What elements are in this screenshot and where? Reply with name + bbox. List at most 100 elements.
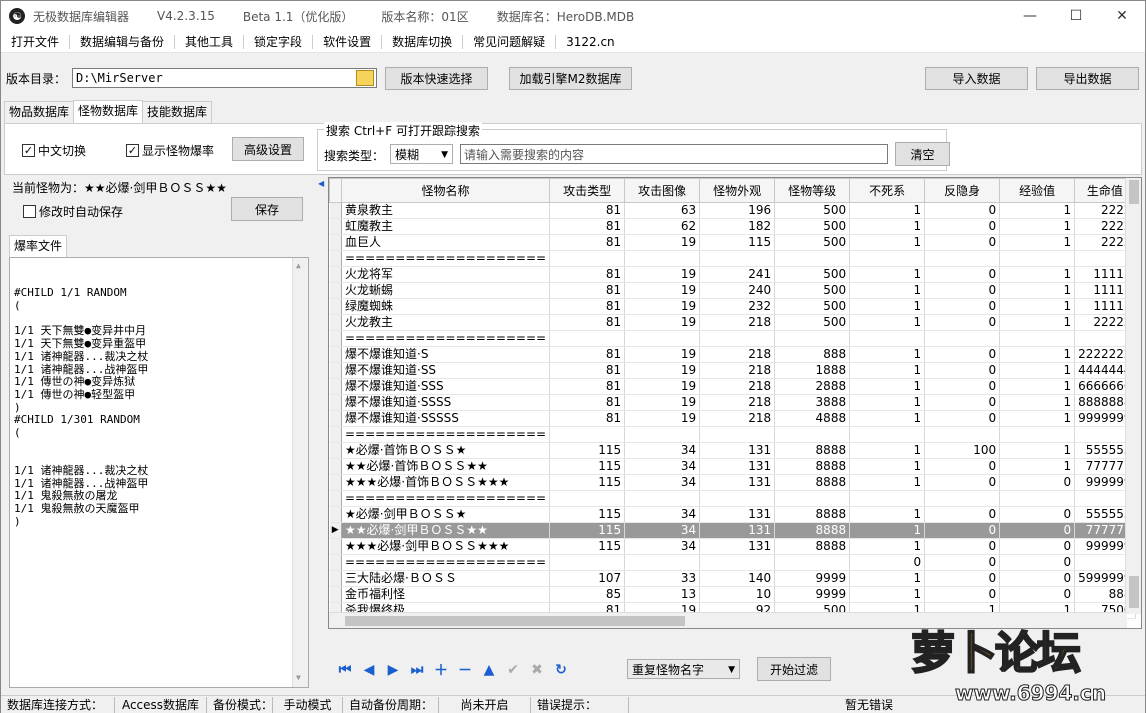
table-cell[interactable]	[549, 426, 626, 443]
table-cell[interactable]: 115	[549, 506, 626, 523]
menu-db-switch[interactable]: 数据库切换	[382, 34, 464, 49]
table-cell[interactable]: 218	[699, 394, 776, 411]
next-record-icon[interactable]: ▶	[384, 661, 402, 679]
table-cell[interactable]: 115	[549, 458, 626, 475]
table-cell[interactable]: 131	[699, 442, 776, 459]
table-cell[interactable]: 1	[999, 458, 1076, 475]
table-cell[interactable]: 0	[924, 586, 1001, 603]
table-cell[interactable]: 1	[849, 218, 926, 235]
table-cell[interactable]: ====================	[341, 330, 551, 347]
table-cell[interactable]	[774, 330, 851, 347]
row-indicator[interactable]	[329, 410, 342, 427]
row-indicator[interactable]	[329, 218, 342, 235]
row-indicator[interactable]	[329, 490, 342, 507]
table-cell[interactable]	[624, 490, 701, 507]
row-indicator[interactable]	[329, 282, 342, 299]
table-cell[interactable]: 1	[849, 266, 926, 283]
table-cell[interactable]: 爆不爆谁知道·SSS	[341, 378, 551, 395]
cn-switch-checkbox[interactable]: ✓ 中文切换	[22, 142, 86, 159]
table-cell[interactable]: 115	[699, 234, 776, 251]
cancel-record-icon[interactable]: ✖	[528, 661, 546, 679]
table-cell[interactable]: 218	[699, 410, 776, 427]
row-indicator[interactable]	[329, 570, 342, 587]
table-cell[interactable]: 19	[624, 410, 701, 427]
table-cell[interactable]: 131	[699, 474, 776, 491]
table-cell[interactable]	[924, 490, 1001, 507]
table-row[interactable]: ====================	[329, 426, 1136, 443]
table-cell[interactable]	[774, 250, 851, 267]
table-cell[interactable]: 0	[999, 586, 1076, 603]
tab-items[interactable]: 物品数据库	[4, 101, 75, 123]
table-cell[interactable]	[624, 426, 701, 443]
table-row[interactable]: 爆不爆谁知道·SSSSS 81 19 218 4888 1 0 1 9999999	[329, 410, 1136, 427]
editor-scrollbar[interactable]: ▲ ▼	[292, 258, 308, 687]
table-cell[interactable]: 100	[924, 442, 1001, 459]
table-cell[interactable]: 19	[624, 298, 701, 315]
last-record-icon[interactable]: ⏭	[408, 661, 426, 679]
table-cell[interactable]: 131	[699, 458, 776, 475]
table-cell[interactable]: 81	[549, 410, 626, 427]
auto-save-checkbox[interactable]: 修改时自动保存	[23, 203, 123, 220]
table-cell[interactable]: 0	[999, 554, 1076, 571]
table-row[interactable]: ====================	[329, 490, 1136, 507]
table-row[interactable]: ★★★必爆·首饰ＢＯＳＳ★★★ 115 34 131 8888 1 0 0 999999	[329, 474, 1136, 491]
table-cell[interactable]: 三大陆必爆·ＢＯＳＳ	[341, 570, 551, 587]
table-cell[interactable]	[624, 330, 701, 347]
tab-drop-file[interactable]: 爆率文件	[9, 235, 68, 257]
table-cell[interactable]: 241	[699, 266, 776, 283]
table-cell[interactable]: 85	[549, 586, 626, 603]
table-cell[interactable]: ★★★必爆·首饰ＢＯＳＳ★★★	[341, 474, 551, 491]
row-indicator[interactable]	[329, 362, 342, 379]
table-cell[interactable]: 火龙教主	[341, 314, 551, 331]
load-engine-button[interactable]: 加载引擎M2数据库	[509, 67, 632, 90]
show-drop-checkbox[interactable]: ✓ 显示怪物爆率	[126, 142, 214, 159]
table-cell[interactable]: 34	[624, 538, 701, 555]
refresh-icon[interactable]: ↻	[552, 661, 570, 679]
table-cell[interactable]: 19	[624, 266, 701, 283]
table-cell[interactable]	[774, 554, 851, 571]
table-row[interactable]: ==================== 0 0 0	[329, 554, 1136, 571]
table-cell[interactable]: 火龙蜥蜴	[341, 282, 551, 299]
scroll-up-icon[interactable]: ▲	[296, 260, 301, 273]
table-cell[interactable]: 1	[849, 474, 926, 491]
grid-hscroll[interactable]	[329, 612, 1127, 628]
table-cell[interactable]: 500	[774, 202, 851, 219]
table-row[interactable]: 爆不爆谁知道·SS 81 19 218 1888 1 0 1 4444444	[329, 362, 1136, 379]
clear-button[interactable]: 清空	[895, 142, 950, 166]
table-cell[interactable]: 81	[549, 346, 626, 363]
table-cell[interactable]: 0	[924, 266, 1001, 283]
table-row[interactable]: 虹魔教主 81 62 182 500 1 0 1 2222	[329, 218, 1136, 235]
table-cell[interactable]: 3888	[774, 394, 851, 411]
table-cell[interactable]	[549, 554, 626, 571]
table-row[interactable]: 血巨人 81 19 115 500 1 0 1 2222	[329, 234, 1136, 251]
table-cell[interactable]: 0	[924, 282, 1001, 299]
table-cell[interactable]: 33	[624, 570, 701, 587]
table-cell[interactable]: 81	[549, 234, 626, 251]
folder-icon[interactable]	[356, 70, 374, 86]
table-cell[interactable]: 115	[549, 474, 626, 491]
row-indicator[interactable]	[329, 426, 342, 443]
table-cell[interactable]: 34	[624, 506, 701, 523]
table-cell[interactable]: 81	[549, 298, 626, 315]
row-indicator[interactable]	[329, 298, 342, 315]
table-cell[interactable]	[999, 490, 1076, 507]
row-indicator[interactable]	[329, 586, 342, 603]
table-cell[interactable]	[699, 426, 776, 443]
edit-record-icon[interactable]: ▲	[480, 661, 498, 679]
table-cell[interactable]: 34	[624, 442, 701, 459]
start-filter-button[interactable]: 开始过滤	[757, 657, 831, 681]
col-header[interactable]: 反隐身	[924, 178, 1001, 203]
table-cell[interactable]: 1	[849, 298, 926, 315]
menu-settings[interactable]: 软件设置	[313, 34, 383, 49]
row-indicator[interactable]	[329, 314, 342, 331]
table-cell[interactable]	[624, 554, 701, 571]
table-row[interactable]: ====================	[329, 250, 1136, 267]
table-row[interactable]: ★★必爆·首饰ＢＯＳＳ★★ 115 34 131 8888 1 0 1 777777	[329, 458, 1136, 475]
table-row[interactable]: 金币福利怪 85 13 10 9999 1 0 0 888	[329, 586, 1136, 603]
table-cell[interactable]	[774, 426, 851, 443]
row-indicator[interactable]	[329, 266, 342, 283]
table-cell[interactable]: 0	[924, 202, 1001, 219]
col-header[interactable]: 经验值	[999, 178, 1076, 203]
table-cell[interactable]: 182	[699, 218, 776, 235]
prev-record-icon[interactable]: ◀	[360, 661, 378, 679]
